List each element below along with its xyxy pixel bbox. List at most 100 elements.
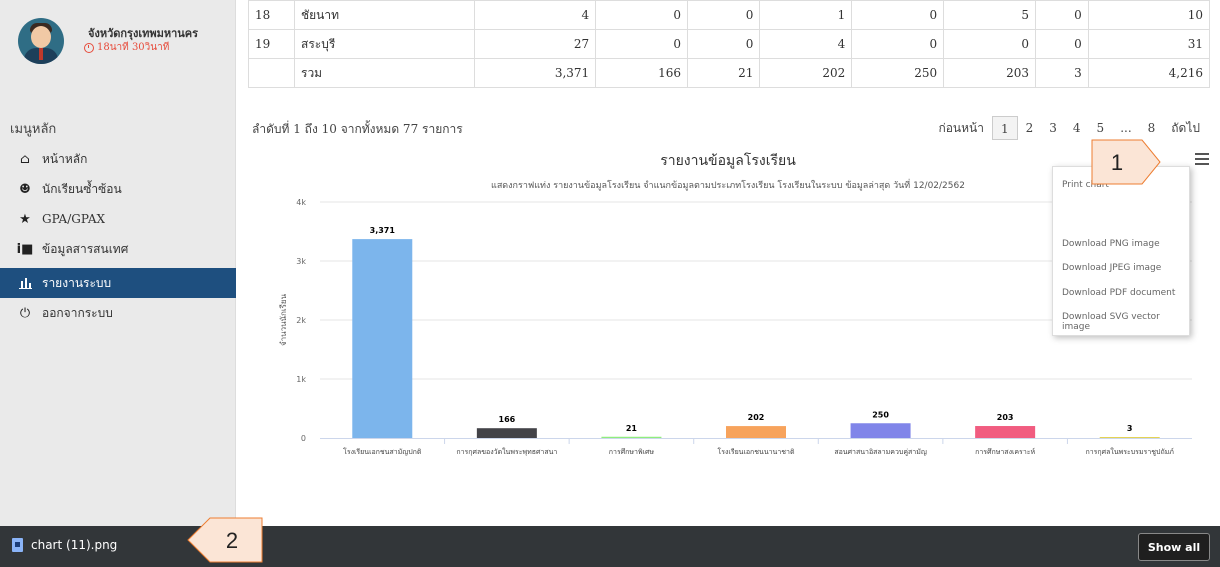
pagination-next[interactable]: ถัดไป [1163, 116, 1208, 140]
data-label: 21 [626, 424, 638, 433]
download-bar: chart (11).png ⌃ Show all [0, 526, 1220, 567]
table-cell: 5 [943, 0, 1036, 30]
table-cell: 4,216 [1087, 58, 1211, 88]
menu-heading: เมนูหลัก [10, 122, 57, 137]
pagination-info: ลำดับที่ 1 ถึง 10 จากทั้งหมด 77 รายการ [252, 122, 463, 136]
menu-item-label: นักเรียนซ้ำซ้อน [42, 181, 122, 196]
table-cell: 0 [595, 29, 689, 59]
menu-item-download-svg[interactable]: Download SVG vector image [1062, 312, 1189, 332]
menu-item-label: รายงานระบบ [42, 275, 112, 290]
table-cell: 0 [943, 29, 1036, 59]
callout-1-label: 1 [1110, 150, 1124, 175]
table-cell: 4 [759, 29, 853, 59]
pagination-page-8[interactable]: 8 [1140, 116, 1164, 140]
chart-bar [726, 426, 786, 438]
table-cell: 166 [595, 58, 689, 88]
menu-item-label: ข้อมูลสารสนเทศ [42, 241, 129, 256]
y-tick-label: 4k [296, 198, 306, 207]
y-tick-label: 2k [296, 316, 306, 325]
pagination-page-5[interactable]: 5 [1089, 116, 1113, 140]
table-cell: 3,371 [473, 58, 597, 88]
table-cell: 10 [1087, 0, 1211, 30]
table-cell: 31 [1087, 29, 1211, 59]
bar-chart-icon [14, 277, 36, 289]
chart-bar [850, 423, 911, 438]
table-row: 19 สระบุรี 27 0 0 4 0 0 0 31 [248, 29, 1211, 59]
table-cell: 0 [687, 0, 761, 30]
pagination-page-2[interactable]: 2 [1018, 116, 1042, 140]
menu-item-logout[interactable]: ⏻ ออกจากระบบ [0, 298, 236, 328]
report-table: 18 ชัยนาท 4 0 0 1 0 5 0 10 19 สระบุรี 27 0 0 4 0 0 0 31 รวม 3… [248, 0, 1211, 88]
menu-item-duplicate-students[interactable]: ☻ นักเรียนซ้ำซ้อน [0, 174, 236, 204]
pagination-ellipsis: ... [1120, 121, 1132, 135]
show-all-button[interactable]: Show all [1138, 533, 1210, 561]
table-cell: 0 [595, 0, 689, 30]
table-cell: 27 [473, 29, 597, 59]
chart-bar [1099, 437, 1160, 438]
clock-icon [84, 42, 94, 53]
table-cell: 0 [851, 0, 945, 30]
menu-item-label: หน้าหลัก [42, 151, 88, 166]
menu-item-download-png[interactable]: Download PNG image [1062, 239, 1160, 249]
chart-bar [601, 436, 662, 438]
menu-item-reports[interactable]: รายงานระบบ [0, 268, 236, 298]
chart-menu-button[interactable] [1190, 150, 1214, 170]
session-timer: 18นาที 30วินาที [84, 40, 169, 55]
star-icon: ★ [19, 211, 31, 227]
table-cell: 0 [851, 29, 945, 59]
table-cell: 19 [248, 29, 295, 59]
table-cell: 18 [248, 0, 295, 30]
pagination: ก่อนหน้า 1 2 3 4 5 ... 8 ถัดไป [930, 116, 1208, 140]
table-cell: 3 [1034, 58, 1089, 88]
table-cell [248, 58, 295, 88]
table-cell: 21 [687, 58, 761, 88]
menu-item-gpa[interactable]: ★ GPA/GPAX [0, 204, 236, 234]
table-cell: ชัยนาท [294, 0, 475, 30]
x-tick-label: การศึกษาสงเคราะห์ [975, 447, 1035, 456]
y-tick-label: 0 [301, 434, 306, 443]
data-label: 166 [499, 415, 516, 424]
download-filename: chart (11).png [31, 538, 118, 552]
table-row: รวม 3,371 166 21 202 250 203 3 4,216 [248, 58, 1211, 88]
menu-item-information[interactable]: i■ ข้อมูลสารสนเทศ [0, 234, 236, 264]
file-image-icon [12, 538, 23, 552]
main-content: 18 ชัยนาท 4 0 0 1 0 5 0 10 19 สระบุรี 27 0 0 4 0 0 0 31 รวม 3… [236, 0, 1220, 526]
menu-item-home[interactable]: ⌂ หน้าหลัก [0, 144, 236, 174]
x-tick-label: สอนศาสนาอิสลามควบคู่สามัญ [834, 448, 926, 456]
chart-export-menu: Print chart Download PNG image Download … [1052, 166, 1190, 336]
table-cell: 0 [687, 29, 761, 59]
table-cell: 202 [759, 58, 853, 88]
home-icon: ⌂ [20, 151, 30, 167]
table-cell: 203 [943, 58, 1036, 88]
pagination-prev[interactable]: ก่อนหน้า [930, 116, 992, 140]
download-item[interactable]: chart (11).png [12, 538, 117, 552]
data-label: 203 [997, 413, 1014, 422]
table-cell: รวม [294, 58, 475, 88]
pagination-page-4[interactable]: 4 [1065, 116, 1089, 140]
info-icon: i■ [16, 241, 34, 257]
timer-text: 18นาที 30วินาที [97, 42, 170, 53]
menu-item-label: ออกจากระบบ [42, 305, 113, 320]
table-cell: 250 [851, 58, 945, 88]
data-label: 3 [1127, 424, 1133, 433]
pagination-page-1[interactable]: 1 [991, 116, 1018, 140]
chart-bar [975, 426, 1036, 438]
table-cell: 0 [1034, 0, 1089, 30]
y-axis-label: จำนวนนักเรียน [279, 293, 288, 346]
table-row: 18 ชัยนาท 4 0 0 1 0 5 0 10 [248, 0, 1211, 30]
chart-bar [476, 428, 537, 438]
menu-item-download-jpeg[interactable]: Download JPEG image [1062, 263, 1161, 273]
callout-2-label: 2 [225, 528, 239, 553]
y-tick-label: 3k [296, 257, 306, 266]
x-tick-label: การศึกษาพิเศษ [609, 447, 655, 456]
table-cell: 1 [759, 0, 853, 30]
menu-item-download-pdf[interactable]: Download PDF document [1062, 288, 1175, 298]
data-label: 202 [748, 413, 765, 422]
data-label: 250 [872, 410, 889, 419]
table-cell: สระบุรี [294, 29, 475, 59]
data-label: 3,371 [370, 226, 396, 235]
menu-item-label: GPA/GPAX [42, 212, 106, 226]
pagination-page-3[interactable]: 3 [1041, 116, 1065, 140]
avatar [18, 18, 64, 64]
table-cell: 4 [473, 0, 597, 30]
